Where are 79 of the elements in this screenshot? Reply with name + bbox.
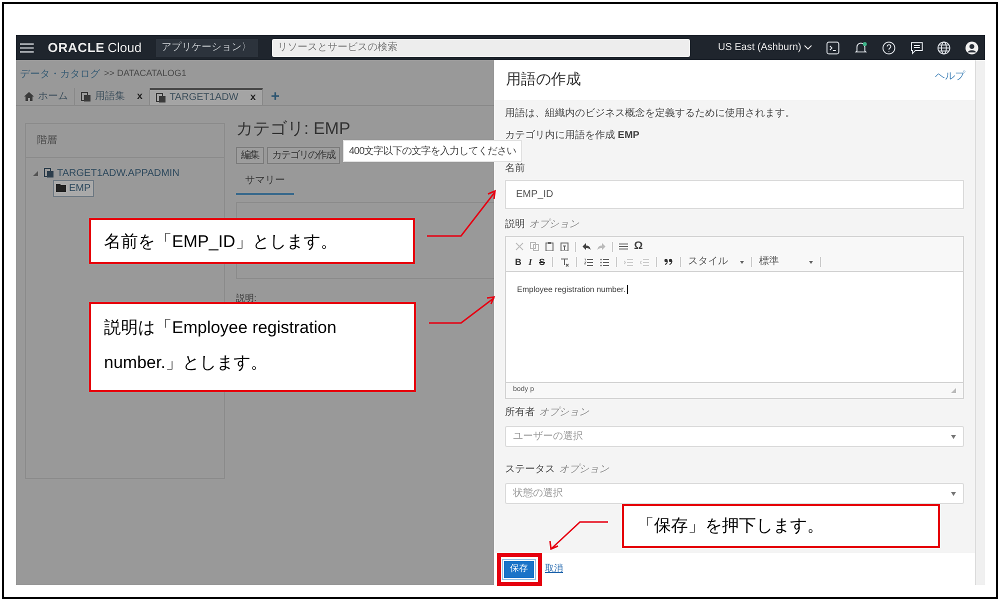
select-field[interactable]: ユーザーの選択 <box>505 426 964 447</box>
callout: 「保存」を押下します。 <box>622 504 940 548</box>
clipboard-text-icon[interactable] <box>560 242 569 251</box>
tooltip: 400文字以下の文字を入力してください <box>343 140 522 162</box>
tree-label: EMP <box>69 182 91 196</box>
highlight-frame <box>497 553 542 586</box>
help-link[interactable]: ヘルプ <box>935 69 965 84</box>
section-tab[interactable]: サマリー <box>236 173 294 195</box>
format-button[interactable]: B <box>515 258 522 266</box>
tab-label: 用語集 <box>95 90 125 104</box>
panel-title: 用語の作成 <box>506 70 581 90</box>
bell-icon[interactable] <box>854 40 868 54</box>
clear-format-icon[interactable] <box>560 258 570 266</box>
caret-icon <box>809 260 814 264</box>
tab[interactable]: 用語集 x <box>75 88 150 105</box>
tab-label: TARGET1ADW <box>170 91 238 105</box>
folder-icon <box>56 184 66 192</box>
caret-icon <box>804 45 812 50</box>
tree-item[interactable]: TARGET1ADW.APPADMIN <box>41 164 182 182</box>
special-character-button[interactable]: Ω <box>634 241 643 252</box>
toolbar-button[interactable]: カテゴリの作成 <box>267 147 340 164</box>
description-label: 説明: <box>236 292 258 305</box>
menu-icon[interactable] <box>20 42 34 52</box>
context-text: カテゴリ内に用語を作成 EMP <box>505 128 640 143</box>
undo-icon[interactable] <box>582 242 591 251</box>
arrow <box>549 521 608 550</box>
field-label: ステータス <box>505 463 555 477</box>
tab-close[interactable]: x <box>250 90 256 105</box>
name-field[interactable]: EMP_ID <box>505 180 964 209</box>
callout: 名前を「EMP_ID」とします。 <box>89 218 415 264</box>
tab-close[interactable]: x <box>137 89 143 104</box>
arrow <box>427 190 496 237</box>
region-selector[interactable]: US East (Ashburn) <box>718 40 812 55</box>
field-label: 説明 <box>505 218 525 232</box>
expand-triangle-icon[interactable] <box>33 170 38 176</box>
scrollbar[interactable] <box>975 60 985 585</box>
terminal-icon[interactable] <box>826 40 840 54</box>
home-icon <box>24 92 34 101</box>
optional-hint: オプション <box>529 218 579 232</box>
toolbar-button[interactable]: 編集 <box>236 147 264 164</box>
product-name[interactable]: Cloud <box>108 38 142 58</box>
globe-icon[interactable] <box>937 40 952 54</box>
callout: 説明は「Employee registration number.」とします。 <box>89 302 416 392</box>
optional-hint: オプション <box>539 406 589 420</box>
tree-item[interactable]: EMP <box>53 180 94 196</box>
brand-logo[interactable]: ORACLE <box>48 38 105 58</box>
tree-label: TARGET1ADW.APPADMIN <box>57 166 180 180</box>
resize-handle-icon[interactable] <box>951 388 956 393</box>
clipboard-icon[interactable] <box>545 242 554 251</box>
numbered-list-icon[interactable] <box>584 258 594 266</box>
help-icon[interactable] <box>882 40 896 54</box>
breadcrumb-current: >> DATACATALOG1 <box>104 67 186 80</box>
caret-icon <box>951 434 956 438</box>
field-label: 所有者 <box>505 406 535 420</box>
tab-label: ホーム <box>38 90 68 104</box>
field-label: 名前 <box>505 162 525 176</box>
cancel-link[interactable]: 取消 <box>545 562 563 576</box>
applications-button[interactable]: アプリケーション〉 <box>156 38 258 56</box>
caret-icon <box>951 492 956 496</box>
intro-text: 用語は、組織内のビジネス概念を定義するために使用されます。 <box>505 106 796 121</box>
save-button[interactable]: 保存 <box>503 560 535 578</box>
search-field[interactable]: リソースとサービスの検索 <box>272 38 690 56</box>
style-dropdown[interactable]: スタイル <box>688 257 744 267</box>
card-title: 階層 <box>37 134 57 148</box>
format-button[interactable]: I <box>528 258 532 266</box>
caret-icon <box>740 260 744 264</box>
arrow <box>429 296 496 324</box>
select-field[interactable]: 状態の選択 <box>505 483 964 504</box>
tab[interactable]: ホーム <box>18 88 75 105</box>
quote-icon[interactable] <box>664 258 674 266</box>
user-icon[interactable] <box>965 40 980 54</box>
bullet-list-icon[interactable] <box>600 258 610 266</box>
format-dropdown[interactable]: 標準 <box>759 257 814 267</box>
optional-hint: オプション <box>559 462 609 477</box>
chat-icon[interactable] <box>910 40 924 54</box>
category-title: カテゴリ: EMP <box>236 118 352 140</box>
horizontal-rule-icon[interactable] <box>619 242 628 251</box>
tab[interactable]: TARGET1ADW x <box>150 88 263 105</box>
format-button[interactable]: S <box>539 258 546 266</box>
